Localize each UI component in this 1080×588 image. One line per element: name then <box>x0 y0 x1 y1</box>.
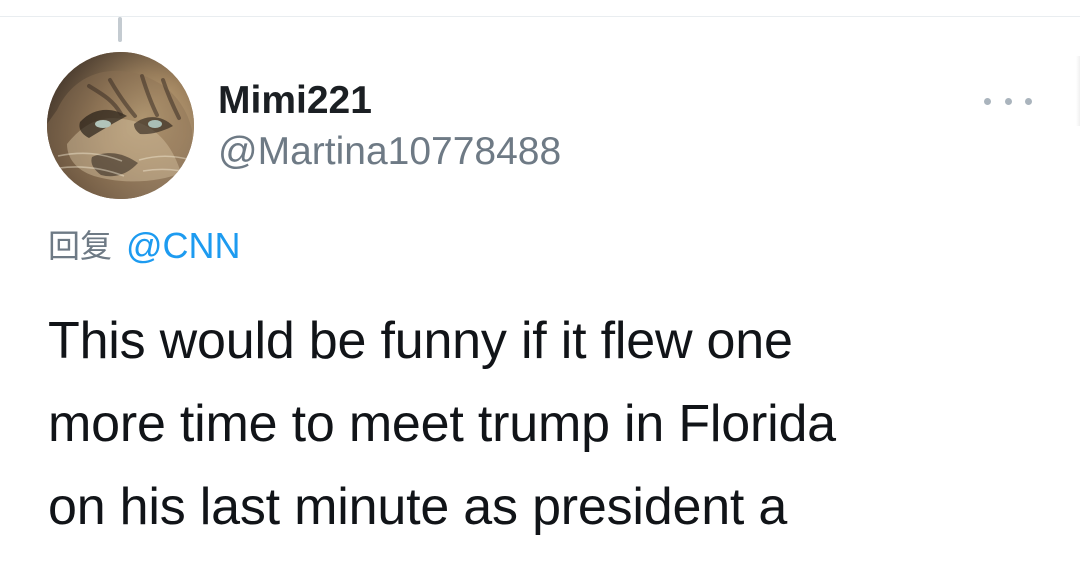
thread-connector-line <box>118 17 122 42</box>
right-edge-shadow <box>1076 56 1080 126</box>
tweet-detail-screen: Mimi221 @Martina10778488 回复 @CNN This wo… <box>0 0 1080 588</box>
tweet-text-line: This would be funny if it flew one <box>48 312 793 370</box>
reply-context: 回复 @CNN <box>48 225 241 267</box>
top-divider <box>0 16 1080 17</box>
more-horizontal-icon-dot <box>1004 97 1012 105</box>
tweet-text: This would be funny if it flew one more … <box>48 300 1048 549</box>
cat-avatar-icon <box>47 52 194 199</box>
more-options-button[interactable] <box>984 88 1032 114</box>
tweet-text-line: on his last minute as president a <box>48 478 788 536</box>
avatar[interactable] <box>47 52 194 199</box>
reply-mention-link[interactable]: @CNN <box>126 226 241 266</box>
more-horizontal-icon-dot <box>1025 97 1032 105</box>
more-horizontal-icon <box>984 97 991 105</box>
display-name[interactable]: Mimi221 <box>218 80 372 122</box>
reply-label: 回复 <box>48 227 113 265</box>
user-handle[interactable]: @Martina10778488 <box>218 131 561 173</box>
tweet-text-line: more time to meet trump in Florida <box>48 395 836 453</box>
